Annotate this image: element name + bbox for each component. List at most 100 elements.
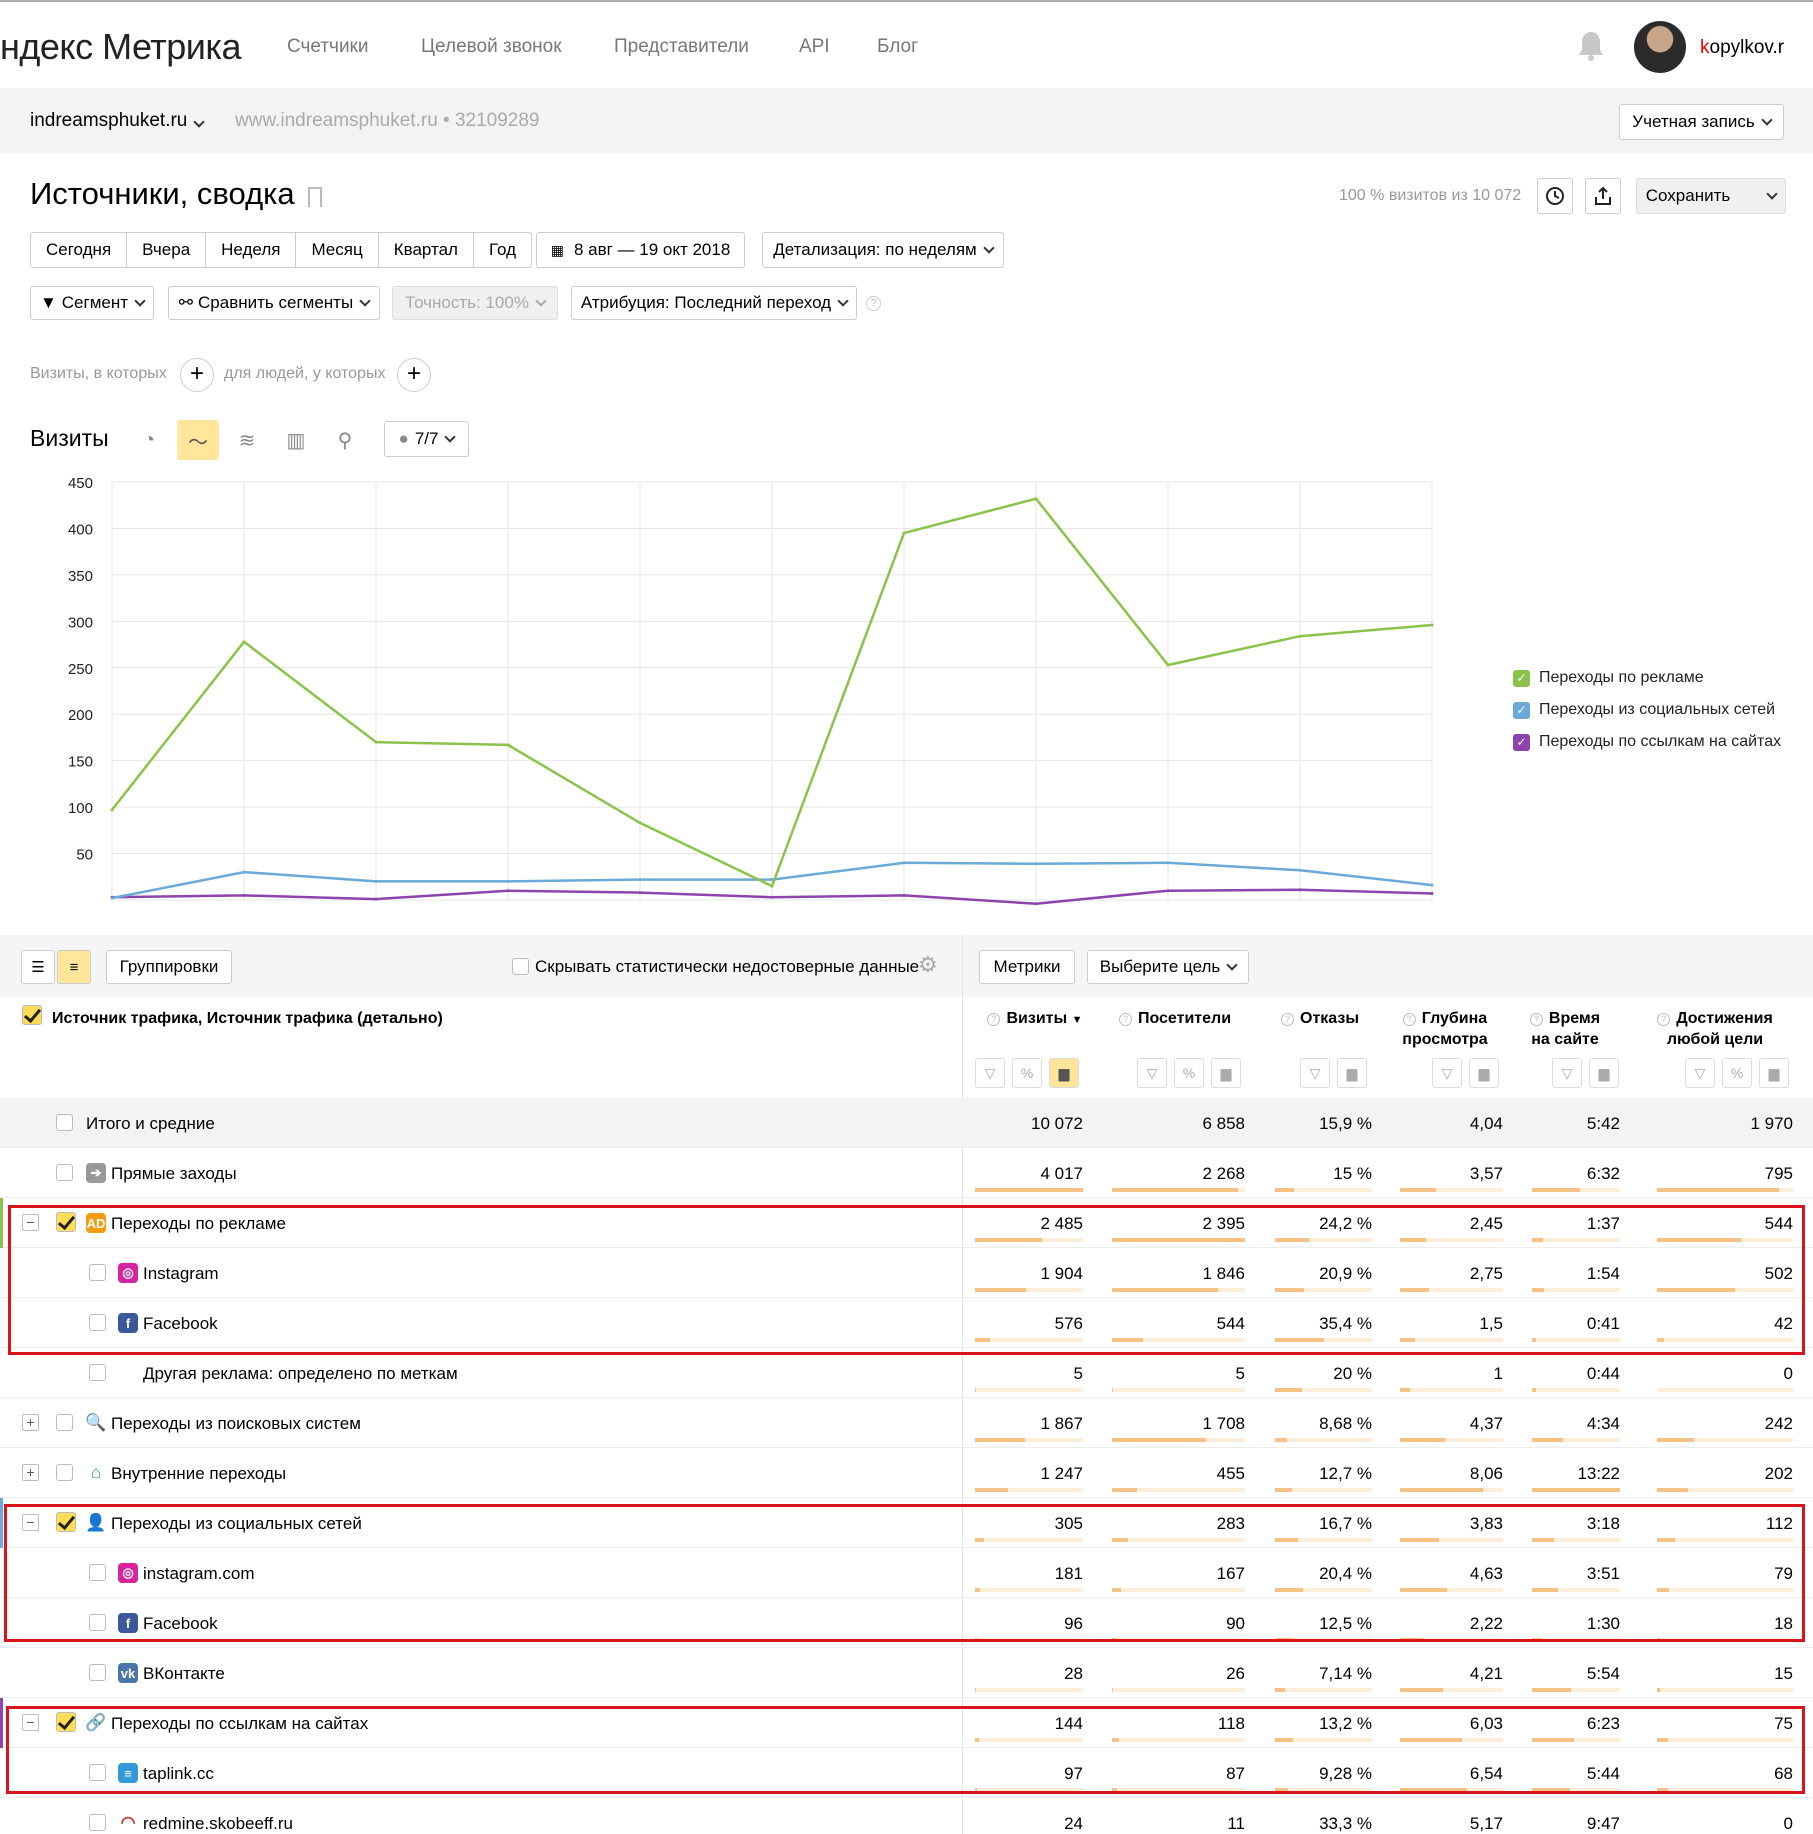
percent-icon[interactable]: % [1012, 1058, 1042, 1088]
data-point [374, 879, 378, 883]
goal-selector[interactable]: Выберите цель [1087, 950, 1249, 984]
export-icon[interactable] [1585, 178, 1621, 214]
period-year[interactable]: Год [474, 233, 531, 267]
column-header-goals[interactable]: ? Достижения любой цели [1640, 1008, 1790, 1050]
bar-chart-icon[interactable]: ▆ [1469, 1058, 1499, 1088]
groupings-button[interactable]: Группировки [106, 950, 232, 984]
counter-selector[interactable]: indreamsphuket.ru [30, 110, 206, 132]
area-chart-icon[interactable]: ≋ [226, 420, 268, 460]
legend-item-links[interactable]: ✓ Переходы по ссылкам на сайтах [1513, 733, 1781, 751]
legend-item-ads[interactable]: ✓ Переходы по рекламе [1513, 669, 1704, 687]
chevron-down-icon [983, 241, 995, 254]
bookmark-icon[interactable] [308, 187, 322, 207]
table-total-row[interactable]: Итого и средние 10 072 6 858 15,9 % 4,04 5:42… [0, 1098, 1813, 1148]
bar-chart-icon[interactable]: ▆ [1759, 1058, 1789, 1088]
table-row[interactable]: vk ВКонтакте 28 26 7,14 % 4,21 5:54 15 [0, 1648, 1813, 1698]
row-name[interactable]: Итого и средние [86, 1114, 215, 1134]
save-button[interactable]: Сохранить [1636, 178, 1786, 214]
filter-icon[interactable]: ▽ [1685, 1058, 1715, 1088]
filter-icon[interactable]: ▽ [1552, 1058, 1582, 1088]
yandex-metrica-logo[interactable]: ндекс Метрика [0, 26, 241, 68]
user-avatar[interactable] [1634, 21, 1686, 73]
nav-blog[interactable]: Блог [877, 36, 918, 58]
hide-unreliable-checkbox[interactable] [512, 958, 529, 975]
nav-target-call[interactable]: Целевой звонок [421, 36, 562, 58]
percent-icon[interactable]: % [1722, 1058, 1752, 1088]
attribution-selector[interactable]: Атрибуция: Последний переход [571, 286, 857, 320]
expand-icon[interactable]: + [22, 1464, 39, 1481]
map-pin-icon[interactable]: ⚲ [324, 420, 366, 460]
value-bar-track [1112, 1188, 1245, 1192]
filter-icon[interactable]: ▽ [1300, 1058, 1330, 1088]
period-yesterday[interactable]: Вчера [127, 233, 207, 267]
date-range-picker[interactable]: ▦ 8 авг — 19 окт 2018 [536, 232, 745, 268]
row-checkbox[interactable] [56, 1464, 73, 1481]
table-row[interactable]: ◠ redmine.skobeeff.ru 24 11 33,3 % 5,17 9:47 0 [0, 1798, 1813, 1834]
nav-counters[interactable]: Счетчики [287, 36, 368, 58]
list-view-icon[interactable]: ☰ [21, 950, 55, 984]
nav-representatives[interactable]: Представители [614, 36, 749, 58]
nav-api[interactable]: API [799, 36, 830, 58]
pie-chart-icon[interactable]: ◔ [128, 420, 170, 460]
column-header-depth[interactable]: ? Глубина просмотра [1390, 1008, 1500, 1050]
value-bar-fill [1275, 1488, 1293, 1492]
period-today[interactable]: Сегодня [31, 233, 128, 267]
column-header-time[interactable]: ? Время на сайте [1515, 1008, 1615, 1050]
gear-icon[interactable]: ⚙ [918, 952, 938, 978]
period-quarter[interactable]: Квартал [379, 233, 474, 267]
column-header-visitors[interactable]: ? Посетители [1110, 1008, 1240, 1029]
bar-chart-icon[interactable]: ▆ [1337, 1058, 1367, 1088]
row-name[interactable]: Внутренние переходы [111, 1464, 286, 1484]
filter-icon[interactable]: ▽ [1137, 1058, 1167, 1088]
bar-chart-icon[interactable]: ▆ [1211, 1058, 1241, 1088]
bell-icon[interactable] [1577, 30, 1605, 62]
row-checkbox[interactable] [89, 1364, 106, 1381]
row-checkbox[interactable] [89, 1814, 106, 1831]
row-name[interactable]: Переходы из поисковых систем [111, 1414, 361, 1434]
row-checkbox[interactable] [56, 1114, 73, 1131]
detail-selector[interactable]: Детализация: по неделям [762, 232, 1004, 268]
row-checkbox[interactable] [89, 1664, 106, 1681]
period-month[interactable]: Месяц [296, 233, 379, 267]
compare-segments-button[interactable]: ⚯ Сравнить сегменты [168, 286, 380, 320]
row-checkbox[interactable] [56, 1414, 73, 1431]
row-value: 4,37 [1469, 1414, 1503, 1433]
table-row[interactable]: Другая реклама: определено по меткам 5 5 20… [0, 1348, 1813, 1398]
table-row[interactable]: ➔ Прямые заходы 4 017 2 268 15 % 3,57 6:32 795 [0, 1148, 1813, 1198]
bar-chart-icon[interactable]: ▥ [275, 420, 317, 460]
row-checkbox[interactable] [56, 1164, 73, 1181]
history-icon[interactable] [1537, 178, 1573, 214]
row-name[interactable]: ВКонтакте [143, 1664, 225, 1684]
help-icon[interactable]: ? [866, 296, 881, 311]
user-login[interactable]: kopylkov.r [1700, 37, 1784, 59]
table-row[interactable]: + ⌂ Внутренние переходы 1 247 455 12,7 % 8,06 1… [0, 1448, 1813, 1498]
line-chart-icon[interactable]: 〜 [177, 420, 219, 460]
column-header-bounces[interactable]: ? Отказы [1270, 1008, 1370, 1029]
row-value: 4,04 [1469, 1114, 1503, 1133]
tree-view-icon[interactable]: ≡ [57, 950, 91, 984]
dimension-header[interactable]: Источник трафика, Источник трафика (дета… [52, 1008, 443, 1029]
percent-icon[interactable]: % [1174, 1058, 1204, 1088]
segment-button[interactable]: ▼ Сегмент [30, 286, 154, 320]
value-bar-track [1400, 1688, 1503, 1692]
accuracy-selector[interactable]: Точность: 100% [392, 286, 558, 320]
bar-chart-icon[interactable]: ▆ [1049, 1058, 1079, 1088]
add-visit-condition-button[interactable]: + [180, 358, 214, 392]
bar-chart-icon[interactable]: ▆ [1589, 1058, 1619, 1088]
table-row[interactable]: + 🔍 Переходы из поисковых систем 1 867 1 708… [0, 1398, 1813, 1448]
add-people-condition-button[interactable]: + [397, 358, 431, 392]
series-selector[interactable]: ● 7/7 [384, 421, 469, 457]
filter-icon[interactable]: ▽ [975, 1058, 1005, 1088]
expand-icon[interactable]: + [22, 1414, 39, 1431]
column-header-visits[interactable]: ? Визиты ▼ [985, 1008, 1085, 1031]
dimension-checkbox[interactable] [22, 1005, 42, 1025]
row-name[interactable]: Другая реклама: определено по меткам [143, 1364, 458, 1384]
row-name[interactable]: redmine.skobeeff.ru [143, 1814, 293, 1834]
metrics-button[interactable]: Метрики [979, 950, 1075, 984]
row-name[interactable]: Прямые заходы [111, 1164, 237, 1184]
account-button[interactable]: Учетная запись [1619, 104, 1784, 140]
period-week[interactable]: Неделя [206, 233, 297, 267]
legend-item-social[interactable]: ✓ Переходы из социальных сетей [1513, 701, 1775, 719]
legend-label-links: Переходы по ссылкам на сайтах [1539, 733, 1782, 750]
filter-icon[interactable]: ▽ [1432, 1058, 1462, 1088]
